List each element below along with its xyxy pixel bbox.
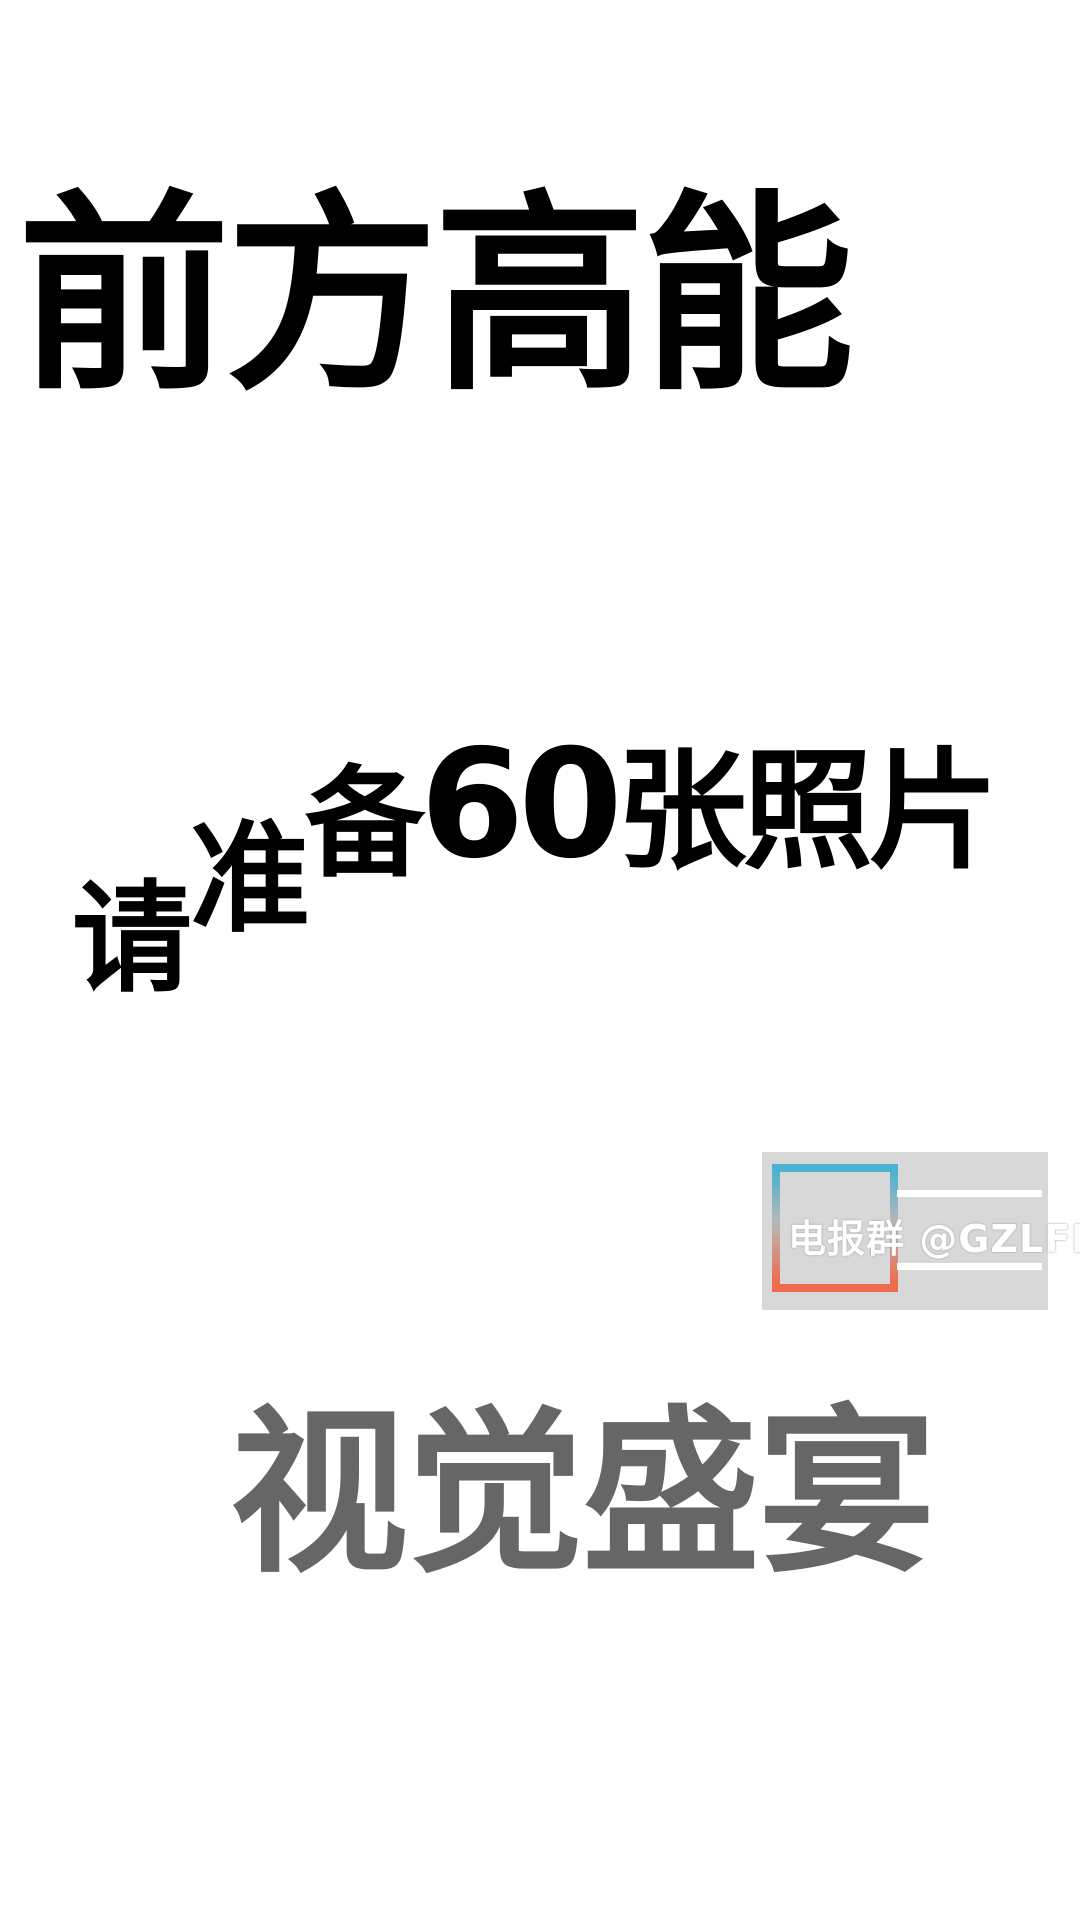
stair-word-2: 准: [190, 810, 310, 949]
watermark: 电报群 @GZLFL: [762, 1152, 1080, 1310]
photo-count: 60: [420, 718, 623, 892]
watermark-line-top: [897, 1190, 1042, 1197]
subline: 视觉盛宴: [230, 1390, 936, 1597]
headline: 前方高能: [18, 172, 854, 419]
watermark-text: 电报群 @GZLFL: [788, 1217, 1080, 1261]
stair-word-1: 请: [72, 870, 192, 1009]
stair-word-4: 60张照片: [420, 730, 999, 880]
watermark-line-bottom: [897, 1263, 1042, 1270]
stair-word-rest: 张照片: [616, 735, 999, 887]
stair-word-3: 备: [305, 755, 425, 894]
